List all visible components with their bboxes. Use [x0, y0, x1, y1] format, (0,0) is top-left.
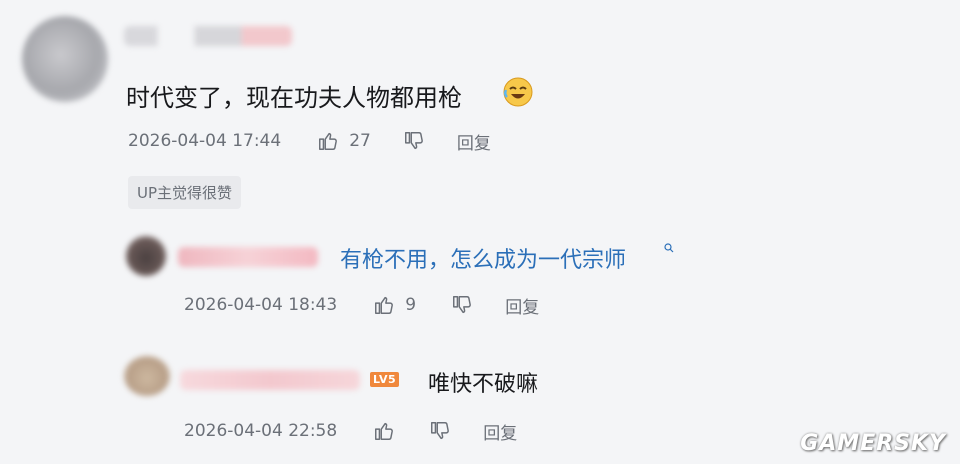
comment-meta: 2026-04-04 22:58 回复 [184, 418, 517, 444]
reply-button[interactable]: 回复 [483, 419, 517, 444]
avatar[interactable] [22, 16, 108, 102]
level-badge: LV5 [370, 372, 400, 387]
laugh-cry-emoji-icon [502, 76, 534, 108]
like-count: 27 [349, 131, 371, 151]
username-blurred[interactable] [180, 370, 360, 390]
avatar[interactable] [124, 356, 170, 396]
comment-timestamp: 2026-04-04 17:44 [128, 131, 282, 151]
dislike-icon[interactable] [449, 292, 475, 318]
like-icon[interactable] [371, 418, 397, 444]
reply-text: 唯快不破嘛 [428, 372, 539, 397]
like-icon[interactable] [315, 128, 341, 154]
reply-button[interactable]: 回复 [457, 129, 491, 154]
reply-text: 有枪不用，怎么成为一代宗师 [340, 248, 627, 273]
like-icon[interactable] [371, 292, 397, 318]
reply-button[interactable]: 回复 [505, 293, 539, 318]
comment-timestamp: 2026-04-04 22:58 [184, 421, 338, 441]
avatar[interactable] [126, 236, 166, 276]
username-blurred[interactable] [124, 26, 292, 46]
comment-timestamp: 2026-04-04 18:43 [184, 295, 338, 315]
comment-meta: 2026-04-04 18:43 9 回复 [184, 292, 539, 318]
comment-text: 时代变了，现在功夫人物都用枪 [126, 84, 462, 112]
search-link-icon[interactable] [664, 238, 674, 257]
dislike-icon[interactable] [427, 418, 453, 444]
comment-meta: 2026-04-04 17:44 27 回复 [128, 128, 491, 154]
like-count: 9 [405, 295, 417, 315]
username-blurred[interactable] [178, 247, 318, 267]
gamersky-watermark: GAMERSKY [800, 431, 946, 456]
dislike-icon[interactable] [401, 128, 427, 154]
up-liked-badge: UP主觉得很赞 [128, 176, 242, 209]
